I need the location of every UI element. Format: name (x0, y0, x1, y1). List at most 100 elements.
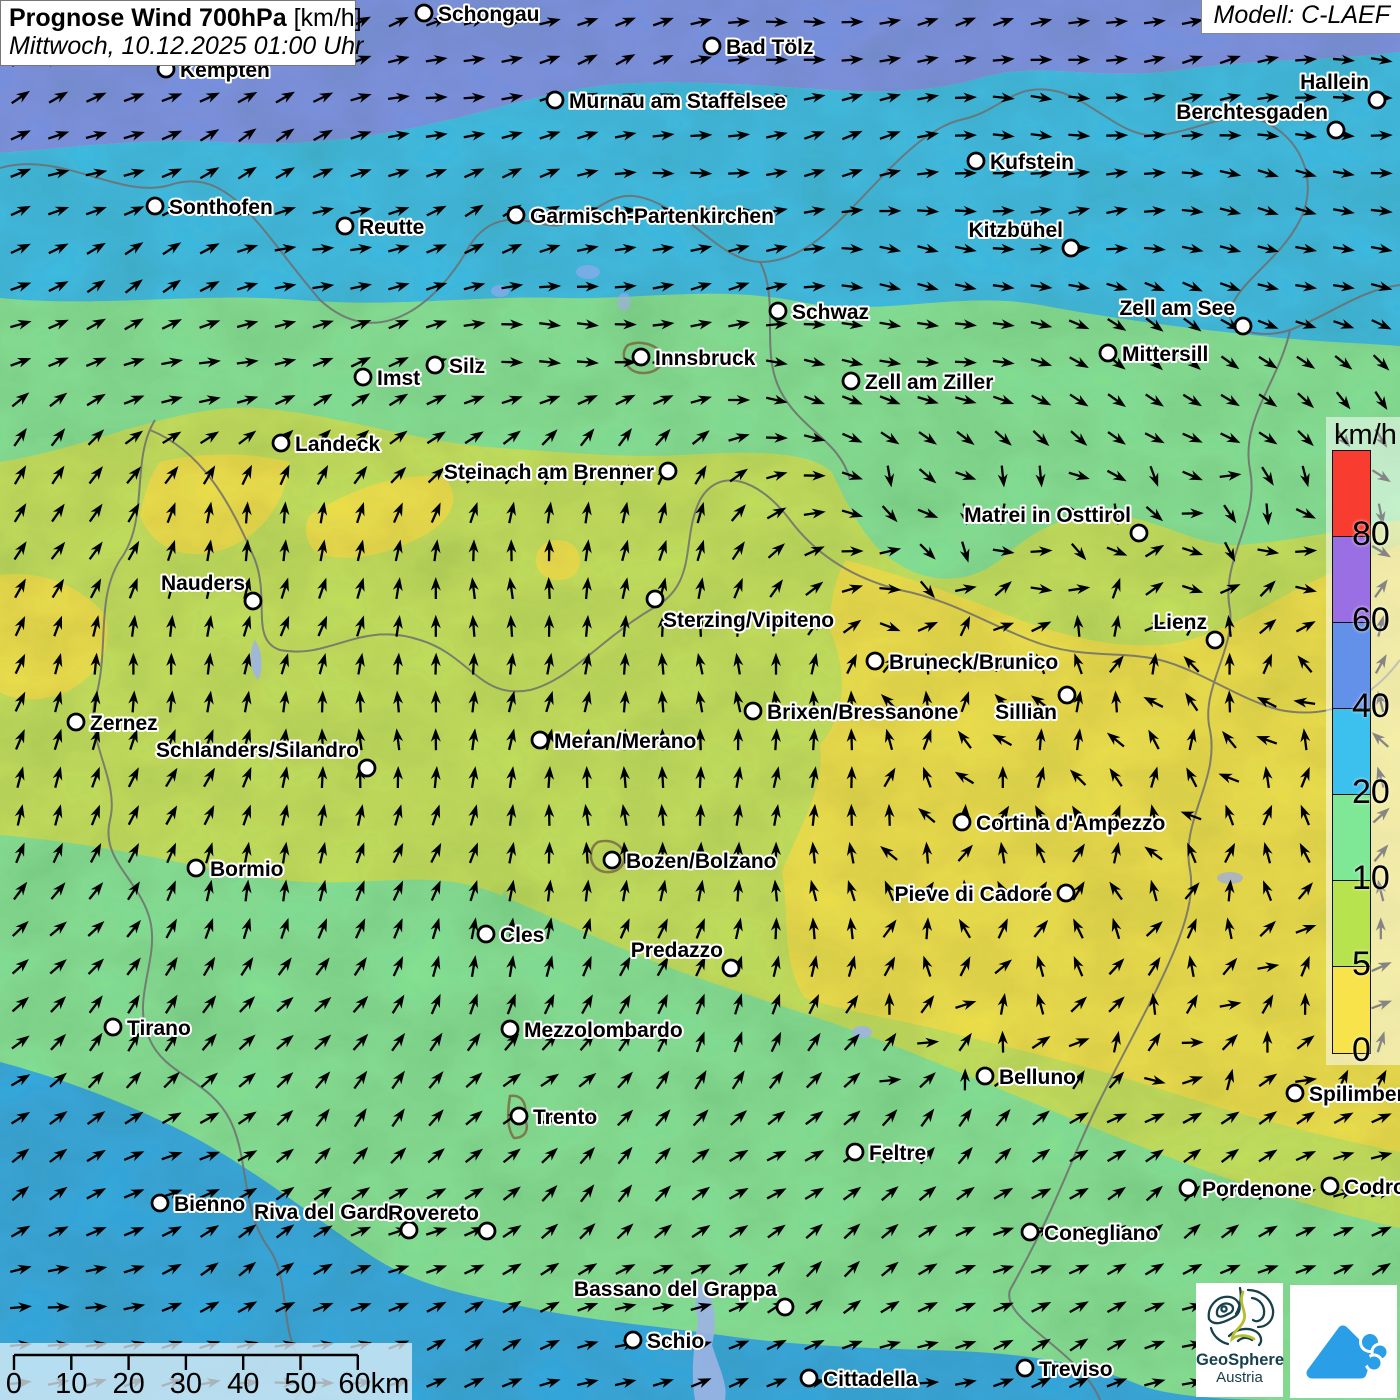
city-label: Berchtesgaden (1176, 101, 1328, 124)
city-label: Pieve di Cadore (894, 883, 1052, 906)
city-label: Meran/Merano (554, 730, 696, 753)
city-marker (1328, 122, 1344, 138)
city-label: Reutte (359, 216, 424, 239)
city-marker (478, 926, 494, 942)
scale-tick-label: 0 (6, 1368, 22, 1400)
scale-tick-label: 30 (170, 1368, 202, 1400)
city-marker (770, 303, 786, 319)
city-marker (847, 1144, 863, 1160)
scale-ruler: 0 10 20 30 40 50 60km (0, 1343, 412, 1400)
city-label: Bozen/Bolzano (626, 850, 777, 873)
city-label: Hallein (1300, 71, 1369, 94)
city-marker (532, 732, 548, 748)
city-label: Silz (449, 355, 485, 378)
city-marker (801, 1370, 817, 1386)
city-label: Bassano del Grappa (574, 1278, 777, 1301)
city-label: Zell am Ziller (865, 371, 993, 394)
wind-speed-legend: km/h 806040201050 (1326, 417, 1400, 1065)
city-label: Schlanders/Silandro (156, 739, 359, 762)
city-label: Mittersill (1122, 343, 1208, 366)
scale-tick-label: 20 (112, 1368, 144, 1400)
city-marker (660, 463, 676, 479)
city-label: Innsbruck (655, 347, 756, 370)
city-label: Trento (533, 1106, 597, 1129)
model-label: Modell: C-LAEF (1201, 0, 1400, 34)
city-label: Landeck (295, 433, 381, 456)
city-marker (1207, 632, 1223, 648)
city-label: Bienno (174, 1193, 245, 1216)
scale-tick-label: 60km (338, 1368, 409, 1400)
city-marker (977, 1068, 993, 1084)
legend-tick-label: 5 (1352, 945, 1371, 984)
geosphere-logo-icon (1196, 1283, 1283, 1349)
geosphere-logo-name: GeoSphere (1196, 1352, 1283, 1369)
city-marker (954, 814, 970, 830)
city-label: Murnau am Staffelsee (569, 90, 786, 113)
city-marker (427, 357, 443, 373)
geosphere-logo: GeoSphere Austria (1196, 1283, 1283, 1397)
legend-unit-label: km/h (1334, 419, 1397, 452)
city-label: Treviso (1039, 1358, 1113, 1381)
city-label: Schwaz (792, 301, 869, 324)
city-marker (105, 1019, 121, 1035)
city-marker (416, 5, 432, 21)
city-label: Feltre (869, 1142, 926, 1165)
legend-tick-label: 60 (1352, 601, 1390, 640)
city-marker (723, 960, 739, 976)
wind-forecast-map-view: SchongauBad TölzKemptenMurnau am Staffel… (0, 0, 1400, 1400)
city-marker (1322, 1178, 1338, 1194)
city-label: Codroipo (1344, 1176, 1400, 1199)
city-label: Predazzo (631, 939, 723, 962)
city-marker (1131, 525, 1147, 541)
city-label: Steinach am Brenner (444, 461, 654, 484)
city-marker (502, 1021, 518, 1037)
city-marker (1180, 1180, 1196, 1196)
city-label: Kufstein (990, 151, 1074, 174)
city-label: Brixen/Bressanone (767, 701, 958, 724)
city-marker (273, 435, 289, 451)
city-marker (152, 1195, 168, 1211)
city-marker (777, 1299, 793, 1315)
city-label: Kitzbühel (969, 219, 1064, 242)
scale-tick-label: 40 (227, 1368, 259, 1400)
city-label: Belluno (999, 1066, 1076, 1089)
title-box: Prognose Wind 700hPa [km/h] Mittwoch, 10… (0, 0, 356, 66)
city-label: Sonthofen (169, 196, 273, 219)
city-marker (647, 591, 663, 607)
legend-tick-label: 10 (1352, 859, 1390, 898)
city-marker (867, 653, 883, 669)
city-marker (1369, 92, 1385, 108)
city-marker (625, 1332, 641, 1348)
city-marker (843, 373, 859, 389)
city-label: Cortina d'Ampezzo (976, 812, 1165, 835)
city-marker (147, 198, 163, 214)
city-marker (704, 38, 720, 54)
city-label: Spilimbergo (1309, 1083, 1400, 1106)
city-label: Imst (377, 367, 420, 390)
map-subtitle: Mittwoch, 10.12.2025 01:00 Uhr (9, 32, 347, 60)
mountain-cloud-icon (1290, 1285, 1397, 1398)
city-marker (479, 1223, 495, 1239)
city-label: Rovereto (388, 1202, 479, 1225)
geosphere-logo-country: Austria (1196, 1369, 1283, 1386)
city-label: Bruneck/Brunico (889, 651, 1058, 674)
scale-tick-label: 10 (55, 1368, 87, 1400)
city-marker (604, 852, 620, 868)
city-marker (968, 153, 984, 169)
city-marker (1022, 1224, 1038, 1240)
city-label: Zernez (90, 712, 158, 735)
city-marker (1059, 687, 1075, 703)
legend-tick-label: 40 (1352, 687, 1390, 726)
scale-tick-label: 50 (284, 1368, 316, 1400)
city-label: Pordenone (1202, 1178, 1312, 1201)
city-label: Riva del Garda (254, 1201, 401, 1224)
city-marker (1063, 240, 1079, 256)
map-title: Prognose Wind 700hPa (9, 4, 287, 32)
city-label: Sterzing/Vipiteno (663, 609, 834, 632)
map-canvas: SchongauBad TölzKemptenMurnau am Staffel… (0, 0, 1400, 1400)
city-marker (511, 1108, 527, 1124)
city-marker (547, 92, 563, 108)
city-marker (1287, 1085, 1303, 1101)
distance-scale-bar: 0 10 20 30 40 50 60km (0, 1343, 412, 1400)
city-label: Cles (500, 924, 544, 947)
